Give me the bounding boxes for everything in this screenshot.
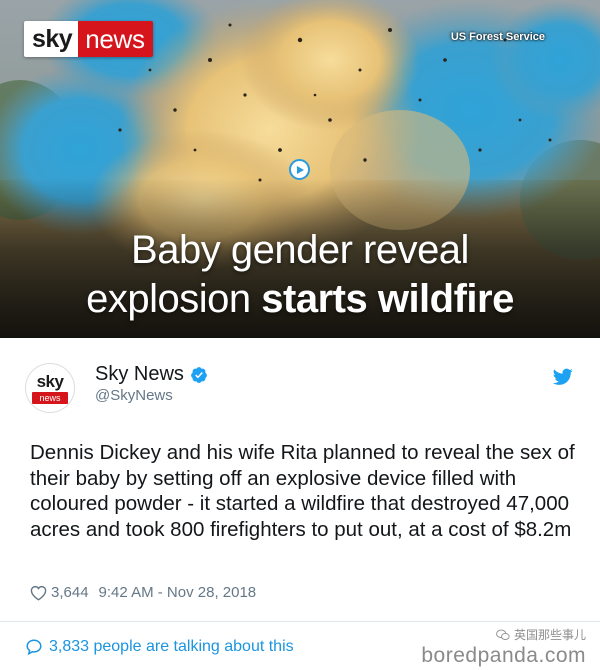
avatar-news-text: news xyxy=(32,392,68,404)
headline-line-1: Baby gender reveal xyxy=(131,228,469,272)
avatar-sky-text: sky xyxy=(36,372,64,391)
watermark: 英国那些事儿 boredpanda.com xyxy=(421,626,586,668)
tweet-meta: 3,644 9:42 AM - Nov 28, 2018 xyxy=(30,584,256,601)
conversation-text[interactable]: 3,833 people are talking about this xyxy=(49,638,294,656)
display-name[interactable]: Sky News xyxy=(95,363,184,386)
image-credit: US Forest Service xyxy=(450,31,545,43)
watermark-top: 英国那些事儿 xyxy=(421,626,586,643)
tweet-text: Dennis Dickey and his wife Rita planned … xyxy=(30,441,575,541)
twitter-bird-icon[interactable] xyxy=(553,368,573,385)
video-headline: Baby gender reveal explosion starts wild… xyxy=(0,226,600,324)
reply-bubble-icon xyxy=(26,639,42,656)
play-icon[interactable] xyxy=(289,159,310,180)
logo-news-text: news xyxy=(78,21,153,57)
like-count[interactable]: 3,644 xyxy=(51,584,89,601)
headline-line-2-regular: explosion xyxy=(86,277,262,321)
watermark-bottom-text: boredpanda.com xyxy=(421,644,586,667)
divider xyxy=(0,621,600,622)
logo-sky-text: sky xyxy=(24,21,79,57)
headline-line-2-bold: starts wildfire xyxy=(261,277,514,321)
video-thumbnail[interactable]: sky news US Forest Service Baby gender r… xyxy=(0,0,600,338)
heart-icon[interactable] xyxy=(30,585,47,601)
avatar[interactable]: sky news xyxy=(25,363,75,413)
conversation-link[interactable]: 3,833 people are talking about this xyxy=(25,638,294,656)
sky-news-logo: sky news xyxy=(24,21,153,57)
author-name-line: Sky News xyxy=(95,363,208,386)
handle[interactable]: @SkyNews xyxy=(95,387,173,404)
verified-badge-icon xyxy=(191,366,207,383)
tweet-card: sky news Sky News @SkyNews Dennis Dickey… xyxy=(0,338,600,670)
headline-line-2: explosion starts wildfire xyxy=(0,275,600,324)
wechat-icon xyxy=(496,629,510,640)
timestamp[interactable]: 9:42 AM - Nov 28, 2018 xyxy=(99,584,257,601)
watermark-top-text: 英国那些事儿 xyxy=(513,628,586,642)
